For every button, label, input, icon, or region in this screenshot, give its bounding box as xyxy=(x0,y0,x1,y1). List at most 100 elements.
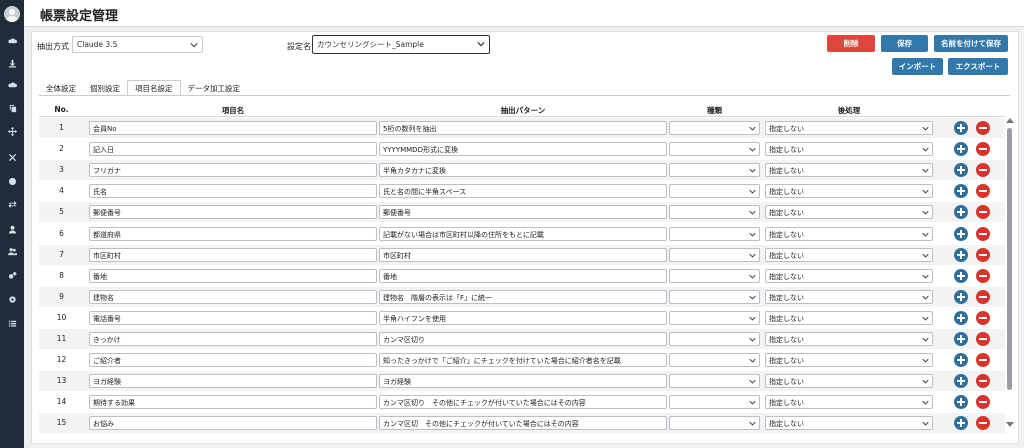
type-select[interactable] xyxy=(669,353,760,368)
remove-row-icon[interactable] xyxy=(976,142,990,157)
type-select[interactable] xyxy=(669,332,760,346)
cogs-icon[interactable] xyxy=(0,268,24,282)
pattern-input[interactable]: カンマ区切 その他にチェックが付いていた場合にはその内容 xyxy=(379,416,667,431)
remove-row-icon[interactable] xyxy=(976,247,990,262)
item-name-input[interactable]: 番地 xyxy=(89,268,377,283)
tab-individual[interactable]: 個別設定 xyxy=(83,80,127,96)
item-name-input[interactable]: フリガナ xyxy=(89,163,377,178)
remove-row-icon[interactable] xyxy=(976,289,990,304)
post-process-select[interactable]: 指定しない xyxy=(765,353,933,368)
tab-item-names[interactable]: 項目名設定 xyxy=(127,80,181,96)
remove-row-icon[interactable] xyxy=(976,205,990,220)
exchange-icon[interactable] xyxy=(0,197,24,211)
tab-general[interactable]: 全体設定 xyxy=(39,80,83,96)
type-select[interactable] xyxy=(669,205,760,220)
export-button[interactable]: エクスポート xyxy=(948,58,1008,75)
scroll-up-icon[interactable] xyxy=(1006,118,1014,123)
add-row-icon[interactable] xyxy=(954,142,968,157)
item-name-input[interactable]: きっかけ xyxy=(89,332,377,346)
item-name-input[interactable]: 電話番号 xyxy=(89,310,377,325)
item-name-input[interactable]: 記入日 xyxy=(89,142,377,157)
post-process-select[interactable]: 指定しない xyxy=(765,205,933,220)
scroll-down-icon[interactable] xyxy=(1006,422,1014,427)
pattern-input[interactable]: カンマ区切り その他にチェックが付いていた場合にはその内容 xyxy=(379,395,667,410)
pattern-input[interactable]: 番地 xyxy=(379,268,667,283)
remove-row-icon[interactable] xyxy=(976,163,990,178)
remove-row-icon[interactable] xyxy=(976,353,990,368)
remove-row-icon[interactable] xyxy=(976,268,990,283)
post-process-select[interactable]: 指定しない xyxy=(765,247,933,262)
post-process-select[interactable]: 指定しない xyxy=(765,121,933,135)
add-row-icon[interactable] xyxy=(954,226,968,241)
extract-method-select[interactable]: Claude 3.5 xyxy=(72,36,203,53)
item-name-input[interactable]: お悩み xyxy=(89,416,377,431)
add-row-icon[interactable] xyxy=(954,268,968,283)
scrollbar-thumb[interactable] xyxy=(1007,128,1012,390)
add-row-icon[interactable] xyxy=(954,353,968,368)
copy-icon[interactable] xyxy=(0,101,24,115)
type-select[interactable] xyxy=(669,416,760,431)
post-process-select[interactable]: 指定しない xyxy=(765,332,933,346)
item-name-input[interactable]: 氏名 xyxy=(89,184,377,199)
save-button[interactable]: 保存 xyxy=(881,35,928,52)
post-process-select[interactable]: 指定しない xyxy=(765,289,933,304)
pattern-input[interactable]: YYYYMMDD形式に変換 xyxy=(379,142,667,157)
pattern-input[interactable]: 氏と名の間に半角スペース xyxy=(379,184,667,199)
add-row-icon[interactable] xyxy=(954,395,968,410)
post-process-select[interactable]: 指定しない xyxy=(765,163,933,178)
post-process-select[interactable]: 指定しない xyxy=(765,184,933,199)
post-process-select[interactable]: 指定しない xyxy=(765,268,933,283)
item-name-input[interactable]: ヨガ経験 xyxy=(89,374,377,389)
remove-row-icon[interactable] xyxy=(976,184,990,199)
remove-row-icon[interactable] xyxy=(976,121,990,135)
type-select[interactable] xyxy=(669,184,760,199)
item-name-input[interactable]: 期待する効果 xyxy=(89,395,377,410)
pattern-input[interactable]: 5桁の数列を抽出 xyxy=(379,121,667,135)
post-process-select[interactable]: 指定しない xyxy=(765,142,933,157)
type-select[interactable] xyxy=(669,226,760,241)
cloud-download-icon[interactable] xyxy=(0,78,24,92)
pattern-input[interactable]: 半角カタカナに変換 xyxy=(379,163,667,178)
pattern-input[interactable]: 建物名 階層の表示は「F」に統一 xyxy=(379,289,667,304)
add-row-icon[interactable] xyxy=(954,289,968,304)
remove-row-icon[interactable] xyxy=(976,310,990,325)
list-icon[interactable] xyxy=(0,316,24,330)
post-process-select[interactable]: 指定しない xyxy=(765,226,933,241)
post-process-select[interactable]: 指定しない xyxy=(765,416,933,431)
user-icon[interactable] xyxy=(0,222,24,236)
remove-row-icon[interactable] xyxy=(976,395,990,410)
post-process-select[interactable]: 指定しない xyxy=(765,310,933,325)
setting-name-select[interactable]: カウンセリングシート_Sample xyxy=(312,35,490,54)
pattern-input[interactable]: ヨガ経験 xyxy=(379,374,667,389)
cloud-upload-icon[interactable] xyxy=(0,34,24,48)
pattern-input[interactable]: 市区町村 xyxy=(379,247,667,262)
item-name-input[interactable]: 郵便番号 xyxy=(89,205,377,220)
add-row-icon[interactable] xyxy=(954,205,968,220)
gear-icon[interactable] xyxy=(0,292,24,306)
post-process-select[interactable]: 指定しない xyxy=(765,374,933,389)
add-row-icon[interactable] xyxy=(954,121,968,135)
type-select[interactable] xyxy=(669,247,760,262)
tools-icon[interactable] xyxy=(0,150,24,164)
remove-row-icon[interactable] xyxy=(976,226,990,241)
item-name-input[interactable]: 会員No xyxy=(89,121,377,135)
type-select[interactable] xyxy=(669,395,760,410)
remove-row-icon[interactable] xyxy=(976,374,990,389)
delete-button[interactable]: 削除 xyxy=(827,35,875,52)
pattern-input[interactable]: カンマ区切り xyxy=(379,332,667,346)
remove-row-icon[interactable] xyxy=(976,416,990,431)
add-row-icon[interactable] xyxy=(954,163,968,178)
item-name-input[interactable]: ご紹介者 xyxy=(89,353,377,368)
download-icon[interactable] xyxy=(0,56,24,70)
type-select[interactable] xyxy=(669,289,760,304)
scrollbar[interactable] xyxy=(1005,118,1015,441)
item-name-input[interactable]: 都道府県 xyxy=(89,226,377,241)
type-select[interactable] xyxy=(669,374,760,389)
pattern-input[interactable]: 半角ハイフンを使用 xyxy=(379,310,667,325)
import-button[interactable]: インポート xyxy=(892,58,943,75)
tab-data-processing[interactable]: データ加工設定 xyxy=(181,80,248,96)
item-name-input[interactable]: 建物名 xyxy=(89,289,377,304)
pattern-input[interactable]: 郵便番号 xyxy=(379,205,667,220)
move-icon[interactable] xyxy=(0,124,24,138)
add-row-icon[interactable] xyxy=(954,374,968,389)
